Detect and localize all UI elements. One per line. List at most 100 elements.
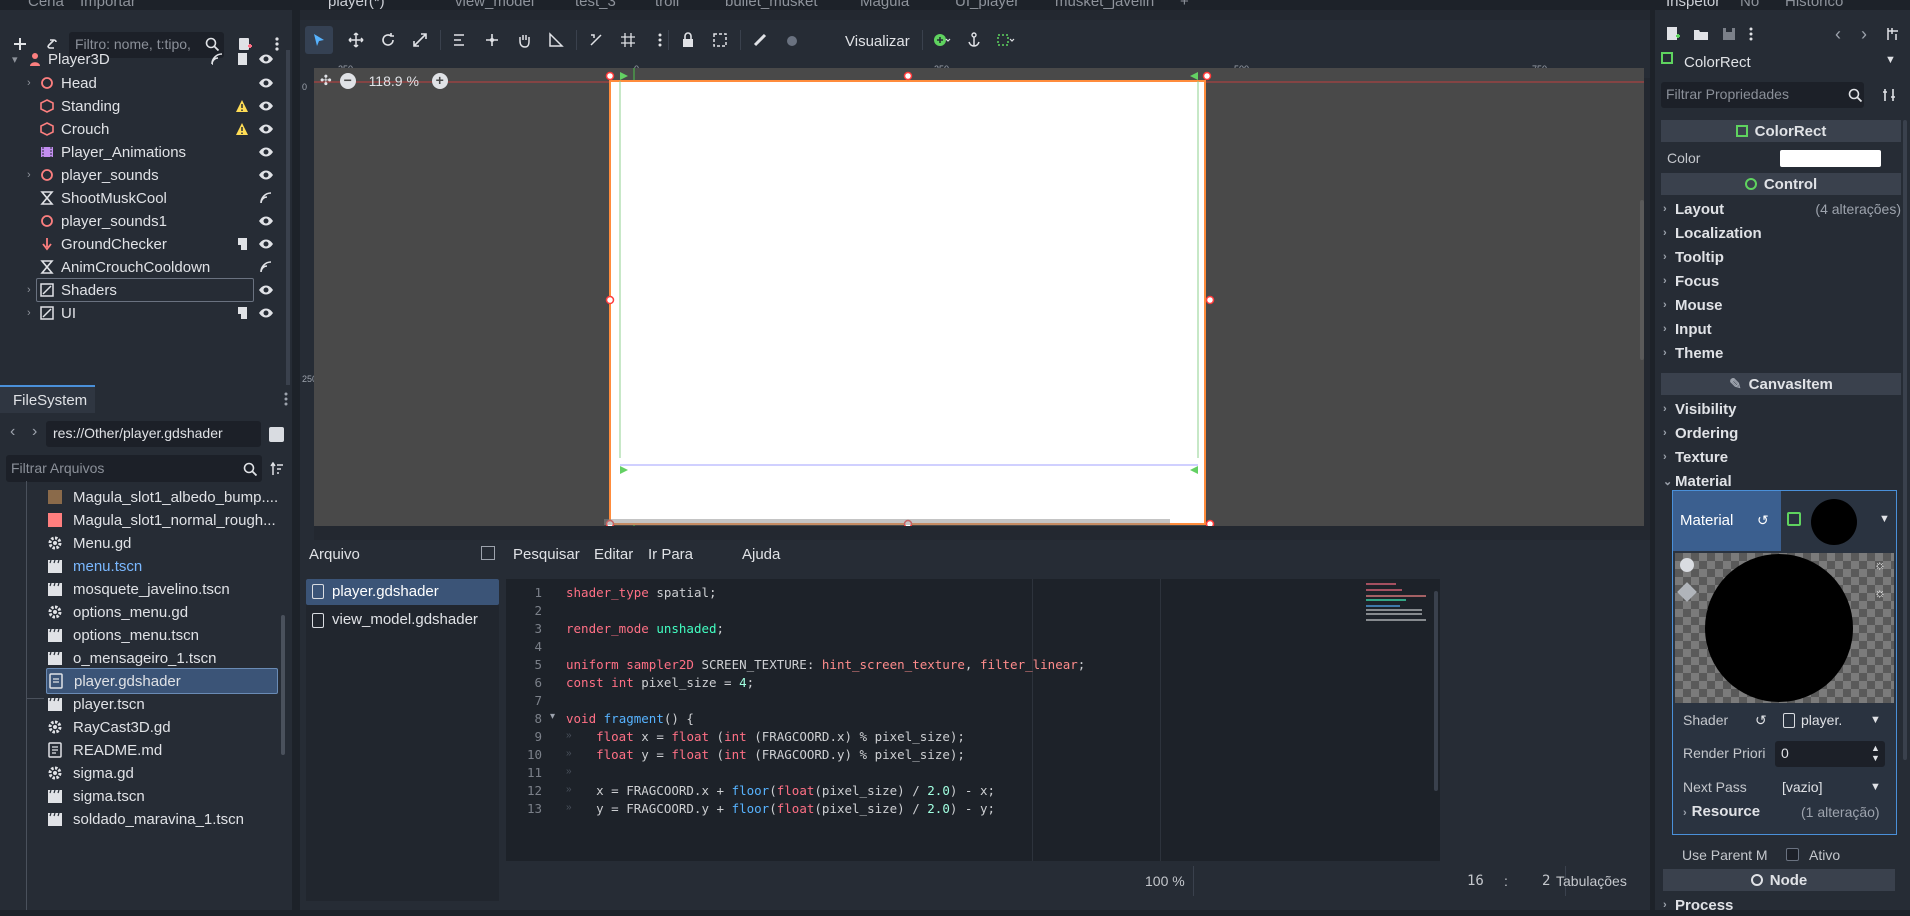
split-view-icon[interactable] [269,427,284,442]
lock-icon[interactable] [676,28,700,52]
code-line[interactable]: const int pixel_size = 4; [566,675,754,697]
move-tool-icon[interactable] [344,28,368,52]
tab-ui-player[interactable]: UI_player [955,0,1019,10]
toggle-scripts-panel-icon[interactable] [481,546,495,560]
add-marker-icon[interactable] [930,28,954,52]
chevron-down-icon[interactable]: ▼ [1870,781,1881,793]
category-process[interactable]: › Process [1663,894,1903,916]
tab-test3[interactable]: test_3 [575,0,616,10]
property-filter-input[interactable]: Filtrar Propriedades [1661,82,1864,108]
back-arrow-icon[interactable]: ‹ [10,423,15,441]
tab-import[interactable]: Importar [80,0,136,10]
menu-edit[interactable]: Editar [594,546,633,563]
tab-scene[interactable]: Cena [28,0,64,10]
zoom-in-icon[interactable]: + [431,72,448,89]
tab-musket-javelin[interactable]: musket_javelin [1055,0,1154,10]
script-item-view-model[interactable]: view_model.gdshader [332,611,478,628]
canvas-2d[interactable]: ✣ − 118.9 % + [314,68,1644,526]
material-property[interactable]: Material ↺ [1673,491,1781,551]
expand-arrow-icon[interactable]: › [27,284,37,296]
category-layout[interactable]: › Layout (4 alterações) [1663,198,1903,220]
category-theme[interactable]: › Theme [1663,342,1903,364]
collapse-arrow-icon[interactable]: ▾ [12,53,22,66]
property-settings-icon[interactable] [1877,83,1901,107]
path-field[interactable]: res://Other/player.gdshader [46,421,261,447]
zoom-out-icon[interactable]: − [339,72,356,89]
file-filter-input[interactable]: Filtrar Arquivos [6,455,262,482]
visibility-eye-icon[interactable] [257,97,275,115]
revert-icon[interactable]: ↺ [1755,712,1767,729]
code-line[interactable]: shader_type spatial; [566,585,717,607]
material-thumbnail[interactable] [1811,499,1857,545]
tree-item-ui[interactable]: › UI [0,300,280,326]
warning-icon[interactable] [233,97,251,115]
visibility-eye-icon[interactable] [257,235,275,253]
next-pass-value[interactable]: [vazio] [1782,779,1822,795]
file-item[interactable]: soldado_maravina_1.tscn [46,806,278,832]
save-icon[interactable] [1717,22,1741,46]
container-sizing-icon[interactable] [994,28,1018,52]
inspector-scrollbar[interactable] [1903,120,1907,760]
visibility-eye-icon[interactable] [257,74,275,92]
smart-snap-icon[interactable] [584,28,608,52]
revert-icon[interactable]: ↺ [1757,512,1769,529]
light2-icon[interactable]: ☼ [1874,585,1886,600]
code-area[interactable]: 1 shader_type spatial; 2 3 render_mode unsha… [506,579,1440,861]
add-tab-icon[interactable]: + [1180,0,1189,10]
category-mouse[interactable]: › Mouse [1663,294,1903,316]
category-input[interactable]: › Input [1663,318,1903,340]
object-history-icon[interactable] [1881,22,1905,46]
ruler-tool-icon[interactable] [544,28,568,52]
list-select-icon[interactable] [448,28,472,52]
tab-filesystem[interactable]: FileSystem [0,385,95,413]
tab-node[interactable]: Nó [1740,0,1759,10]
center-view-icon[interactable]: ✣ [320,72,332,89]
zoom-level[interactable]: 118.9 % [364,73,424,89]
filesystem-scrollbar[interactable] [281,615,285,755]
category-texture[interactable]: › Texture [1663,446,1903,468]
scale-tool-icon[interactable] [408,28,432,52]
pivot-tool-icon[interactable] [480,28,504,52]
viewport-vscrollbar[interactable] [1640,200,1644,360]
script-item-player-gdshader[interactable]: player.gdshader [306,579,499,605]
dock-menu-icon[interactable] [274,387,298,411]
tab-player[interactable]: player(*) [328,0,385,10]
select-tool-icon[interactable] [305,26,333,54]
tab-view-model[interactable]: view_model [455,0,534,10]
tab-magula[interactable]: Magula [860,0,909,10]
visibility-eye-icon[interactable] [257,304,275,322]
history-forward-icon[interactable]: › [1861,24,1867,45]
visibility-eye-icon[interactable] [257,212,275,230]
script-icon[interactable] [233,304,251,322]
category-tooltip[interactable]: › Tooltip [1663,246,1903,268]
color-swatch[interactable] [1780,150,1881,167]
visibility-eye-icon[interactable] [257,120,275,138]
category-focus[interactable]: › Focus [1663,270,1903,292]
chevron-down-icon[interactable]: ▼ [1885,54,1896,66]
camera-override-icon[interactable] [780,28,804,52]
sphere-preview-icon[interactable] [1680,558,1694,572]
signal-icon[interactable] [257,258,275,276]
history-back-icon[interactable]: ‹ [1835,24,1841,45]
category-localization[interactable]: › Localization [1663,222,1903,244]
code-line[interactable]: float y = float (int (FRAGCOORD.y) % pix… [566,747,965,769]
chevron-down-icon[interactable]: ▼ [1879,513,1890,525]
new-resource-icon[interactable] [1661,22,1685,46]
visibility-eye-icon[interactable] [257,143,275,161]
grid-snap-icon[interactable] [616,28,640,52]
anchor-icon[interactable] [962,28,986,52]
shader-value[interactable]: player. [1801,712,1842,728]
category-ordering[interactable]: › Ordering [1663,422,1903,444]
category-visibility[interactable]: › Visibility [1663,398,1903,420]
sort-icon[interactable] [265,457,289,481]
category-resource[interactable]: › Resource [1683,803,1760,820]
visibility-eye-icon[interactable] [257,166,275,184]
indent-mode[interactable]: Tabulações [1556,873,1627,889]
bone-icon[interactable] [748,28,772,52]
box-preview-icon[interactable] [1677,582,1697,602]
spin-arrows-icon[interactable]: ▲ ▼ [1871,743,1880,763]
expand-arrow-icon[interactable]: › [27,307,37,319]
rotate-tool-icon[interactable] [376,28,400,52]
menu-file[interactable]: Arquivo [309,546,360,563]
menu-help[interactable]: Ajuda [742,546,780,563]
